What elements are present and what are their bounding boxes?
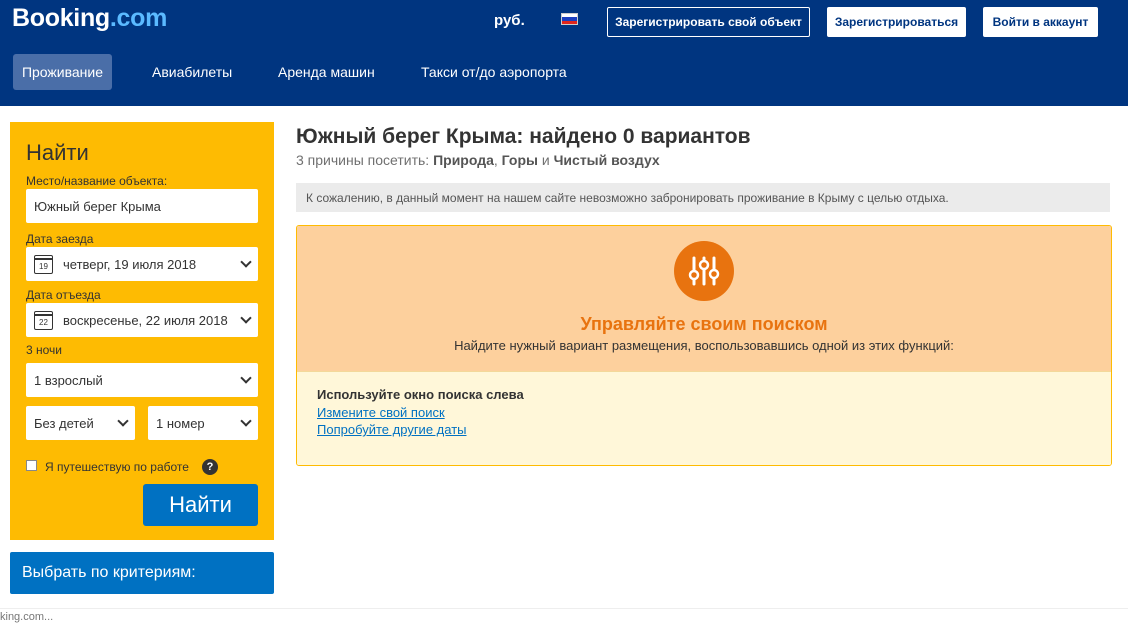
chevron-down-icon <box>240 256 252 268</box>
chevron-down-icon <box>240 312 252 324</box>
login-button[interactable]: Войти в аккаунт <box>983 7 1098 37</box>
reason-mountains: Горы <box>501 152 538 168</box>
tip-title: Используйте окно поиска слева <box>317 387 524 402</box>
manage-search-tips: Используйте окно поиска слева Измените с… <box>297 371 1111 465</box>
destination-input[interactable]: Южный берег Крыма <box>26 189 258 223</box>
nights-count: 3 ночи <box>26 343 62 357</box>
separator: и <box>537 152 554 168</box>
tab-car-rental[interactable]: Аренда машин <box>270 54 383 90</box>
register-property-button[interactable]: Зарегистрировать свой объект <box>607 7 810 37</box>
business-trip-checkbox[interactable] <box>26 460 37 471</box>
currency-selector[interactable]: руб. <box>494 12 525 29</box>
page-title: Южный берег Крыма: найдено 0 вариантов <box>296 125 751 148</box>
rooms-value: 1 номер <box>156 415 205 431</box>
children-value: Без детей <box>34 415 94 431</box>
logo-suffix-text: .com <box>109 4 168 32</box>
manage-search-subtitle: Найдите нужный вариант размещения, воспо… <box>454 338 954 353</box>
calendar-icon: 22 <box>34 310 53 330</box>
help-icon[interactable]: ? <box>202 459 218 475</box>
browser-status-bar: king.com... <box>0 608 1128 626</box>
checkout-date-value: воскресенье, 22 июля 2018 <box>63 312 228 328</box>
checkin-label: Дата заезда <box>26 232 94 246</box>
chevron-down-icon <box>240 372 252 384</box>
calendar-icon: 19 <box>34 254 53 274</box>
checkout-label: Дата отъезда <box>26 288 101 302</box>
booking-logo[interactable]: Booking.com <box>12 4 167 33</box>
filter-criteria-button[interactable]: Выбрать по критериям: <box>10 552 274 594</box>
tab-accommodation[interactable]: Проживание <box>13 54 112 90</box>
reasons-subtitle: 3 причины посетить: Природа, Горы и Чист… <box>296 152 660 168</box>
header: Booking.com руб. Зарегистрировать свой о… <box>0 0 1128 106</box>
chevron-down-icon <box>240 415 252 427</box>
tab-airport-taxi[interactable]: Такси от/до аэропорта <box>413 54 575 90</box>
filter-sliders-icon <box>674 241 734 301</box>
search-button[interactable]: Найти <box>143 484 258 526</box>
reason-nature: Природа <box>433 152 494 168</box>
manage-search-title: Управляйте своим поиском <box>580 314 828 334</box>
search-panel: Найти Место/название объекта: Южный бере… <box>10 122 274 540</box>
register-button[interactable]: Зарегистрироваться <box>827 7 966 37</box>
try-other-dates-link[interactable]: Попробуйте другие даты <box>317 422 467 437</box>
separator: , <box>493 152 502 168</box>
checkin-date-value: четверг, 19 июля 2018 <box>63 256 197 272</box>
adults-select[interactable]: 1 взрослый <box>26 363 258 397</box>
children-select[interactable]: Без детей <box>26 406 135 440</box>
chevron-down-icon <box>117 415 129 427</box>
checkin-date-field[interactable]: 19 четверг, 19 июля 2018 <box>26 247 258 281</box>
reasons-prefix: 3 причины посетить: <box>296 152 434 168</box>
destination-label: Место/название объекта: <box>26 174 168 188</box>
manage-search-box: Управляйте своим поиском Найдите нужный … <box>296 225 1112 466</box>
reason-clean-air: Чистый воздух <box>553 152 660 168</box>
business-trip-label: Я путешествую по работе <box>45 460 189 474</box>
adults-value: 1 взрослый <box>34 372 103 388</box>
crimea-notice: К сожалению, в данный момент на нашем са… <box>296 183 1110 212</box>
language-flag-icon[interactable] <box>561 13 578 25</box>
logo-main-text: Booking <box>12 4 110 32</box>
rooms-select[interactable]: 1 номер <box>148 406 258 440</box>
tab-flights[interactable]: Авиабилеты <box>144 54 240 90</box>
change-search-link[interactable]: Измените свой поиск <box>317 405 445 420</box>
checkout-date-field[interactable]: 22 воскресенье, 22 июля 2018 <box>26 303 258 337</box>
manage-search-header: Управляйте своим поиском Найдите нужный … <box>297 226 1111 371</box>
search-title: Найти <box>26 140 89 165</box>
